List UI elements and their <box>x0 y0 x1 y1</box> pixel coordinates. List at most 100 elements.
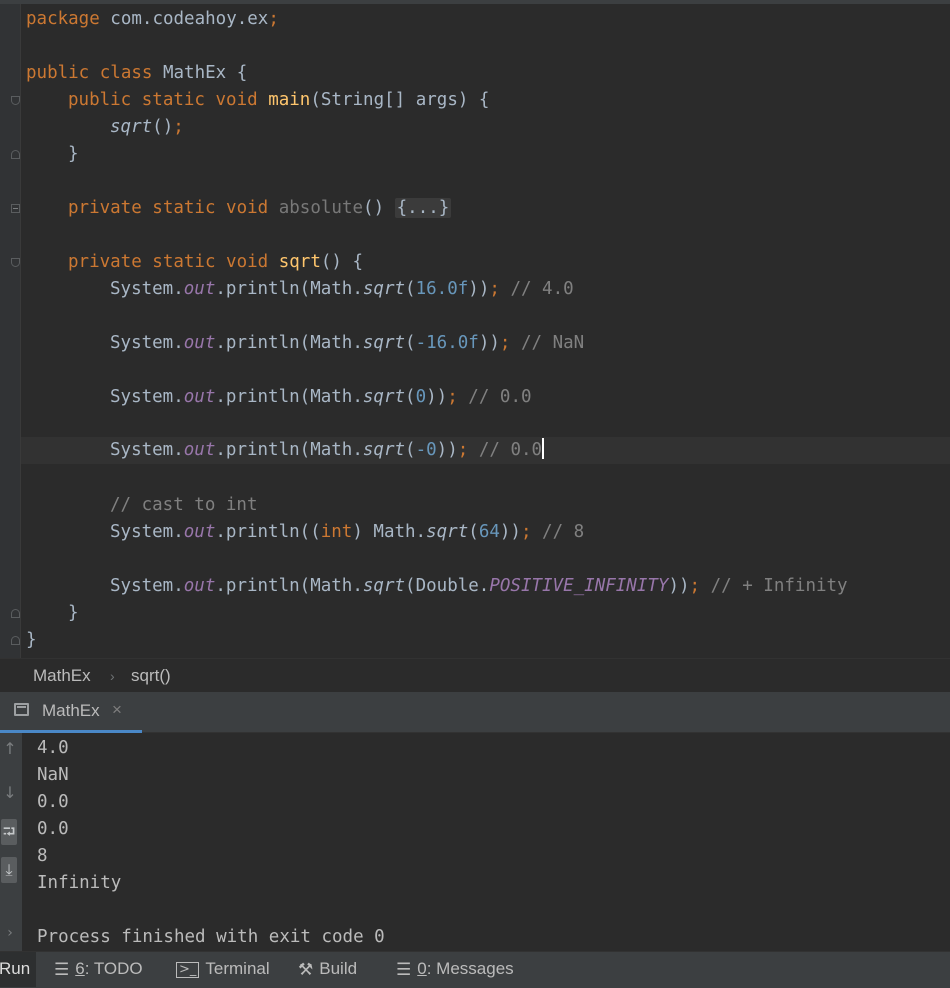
semicolon: ; <box>689 576 701 596</box>
code-text: (Double. <box>405 576 490 596</box>
todo-label: : TODO <box>84 959 143 978</box>
close-icon[interactable]: × <box>112 700 122 720</box>
code-line-sqrt-call[interactable]: sqrt(); <box>110 114 184 141</box>
keyword: int <box>320 522 353 542</box>
constant: POSITIVE_INFINITY <box>489 576 669 596</box>
code-line-println-3[interactable]: System.out.println(Math.sqrt(0)); // 0.0 <box>110 384 532 411</box>
list-icon: ☰ <box>54 959 70 980</box>
code-text: )) <box>468 279 490 299</box>
todo-shortcut: 6 <box>75 959 85 978</box>
code-line-println-5[interactable]: System.out.println((int) Math.sqrt(64));… <box>110 519 584 546</box>
comment: // 4.0 <box>499 279 574 299</box>
todo-tool-button[interactable]: ☰ 6: TODO <box>54 959 143 980</box>
expand-absolute-icon[interactable] <box>11 204 20 213</box>
number-literal: -16.0f <box>415 333 479 353</box>
number-literal: -0 <box>415 440 437 460</box>
comment: // 8 <box>531 522 585 542</box>
code-text: System. <box>110 333 184 353</box>
code-text: .println(Math. <box>215 279 363 299</box>
breadcrumb-class[interactable]: MathEx <box>33 666 91 686</box>
fold-main-icon[interactable] <box>11 96 20 105</box>
code-text: )) <box>426 387 448 407</box>
code-text: ( <box>468 522 479 542</box>
expand-icon[interactable]: › <box>0 925 20 941</box>
messages-shortcut: 0 <box>417 959 427 978</box>
breadcrumb: MathEx › sqrt() <box>0 658 950 693</box>
code-line-main-decl[interactable]: public static void main(String[] args) { <box>68 87 489 114</box>
code-text: )) <box>478 333 500 353</box>
messages-tool-button[interactable]: ☰ 0: Messages <box>396 959 514 980</box>
brace: } <box>26 630 37 650</box>
console-output-line: Process finished with exit code 0 <box>37 927 385 947</box>
fold-sqrt-end-icon[interactable] <box>11 609 20 618</box>
paren: () <box>363 198 395 218</box>
fold-class-end-icon[interactable] <box>11 636 20 645</box>
comment: // 0.0 <box>457 387 532 407</box>
code-line-comment-cast[interactable]: // cast to int <box>110 492 258 519</box>
comment: // 0.0 <box>468 440 543 460</box>
breadcrumb-method[interactable]: sqrt() <box>131 666 171 686</box>
code-line-sqrt-decl[interactable]: private static void sqrt() { <box>68 249 363 276</box>
run-console[interactable]: ↑ ↓ ⮒ ⤓ › 4.0 NaN 0.0 0.0 8 Infinity Pro… <box>0 733 950 951</box>
number-literal: 16.0f <box>415 279 469 299</box>
method-name: main <box>268 90 311 110</box>
run-tool-button[interactable]: Run <box>0 952 36 987</box>
fold-sqrt-icon[interactable] <box>11 258 20 267</box>
field-out: out <box>183 440 216 460</box>
build-tool-button[interactable]: ⚒ Build <box>298 959 357 980</box>
messages-label: : Messages <box>426 959 514 978</box>
down-arrow-icon[interactable]: ↓ <box>0 783 20 802</box>
method-name: sqrt <box>278 252 321 272</box>
folded-block[interactable]: {...} <box>394 198 452 218</box>
class-name: MathEx { <box>152 63 248 83</box>
console-output-line: 0.0 <box>37 792 69 812</box>
keyword: package <box>26 9 100 29</box>
text-caret <box>542 438 545 459</box>
soft-wrap-icon[interactable]: ⮒ <box>1 819 17 845</box>
code-line-absolute-decl[interactable]: private static void absolute() {...} <box>68 195 452 222</box>
terminal-icon: >_ <box>176 961 200 978</box>
method-call: sqrt <box>426 522 469 542</box>
run-tab-label: MathEx <box>42 701 100 720</box>
code-text: .println(Math. <box>215 387 363 407</box>
terminal-tool-button[interactable]: >_ Terminal <box>176 959 270 979</box>
console-output-line: 4.0 <box>37 738 69 758</box>
up-arrow-icon[interactable]: ↑ <box>0 739 20 758</box>
code-text: System. <box>110 522 184 542</box>
console-icon <box>14 703 29 716</box>
code-line-main-close[interactable]: } <box>68 141 79 168</box>
code-text: ( <box>405 333 416 353</box>
keyword: private static void <box>68 252 269 272</box>
run-tab-mathex[interactable]: MathEx × <box>0 692 142 733</box>
semicolon: ; <box>499 333 511 353</box>
field-out: out <box>183 279 216 299</box>
method-call: sqrt <box>362 387 406 407</box>
brace: } <box>68 144 79 164</box>
code-line-class-decl[interactable]: public class MathEx { <box>26 60 247 87</box>
code-line-println-1[interactable]: System.out.println(Math.sqrt(16.0f)); //… <box>110 276 574 303</box>
code-editor[interactable]: package com.codeahoy.ex; public class Ma… <box>0 4 950 658</box>
semicolon: ; <box>489 279 500 299</box>
code-text: System. <box>110 576 184 596</box>
code-line-println-6[interactable]: System.out.println(Math.sqrt(Double.POSI… <box>110 573 848 600</box>
brace: } <box>68 603 79 623</box>
console-output-line: Infinity <box>37 873 122 893</box>
code-line-sqrt-close[interactable]: } <box>68 600 79 627</box>
code-text: .println(( <box>215 522 321 542</box>
breadcrumb-separator: › <box>110 668 115 684</box>
comment: // + Infinity <box>700 576 848 596</box>
method-call: sqrt <box>362 576 406 596</box>
code-line-package[interactable]: package com.codeahoy.ex; <box>26 6 279 33</box>
code-line-println-4[interactable]: System.out.println(Math.sqrt(-0)); // 0.… <box>110 437 545 464</box>
params: (String[] args) { <box>310 90 490 110</box>
code-line-println-2[interactable]: System.out.println(Math.sqrt(-16.0f)); /… <box>110 330 584 357</box>
code-line-class-close[interactable]: } <box>26 627 37 654</box>
terminal-label: Terminal <box>205 959 270 978</box>
run-panel-header: MathEx × <box>0 692 950 733</box>
fold-main-end-icon[interactable] <box>11 150 20 159</box>
console-toolbar: ↑ ↓ ⮒ ⤓ › <box>0 733 22 951</box>
code-text: ( <box>405 387 416 407</box>
scroll-to-end-icon[interactable]: ⤓ <box>1 857 17 883</box>
code-text: System. <box>110 279 184 299</box>
field-out: out <box>183 333 216 353</box>
